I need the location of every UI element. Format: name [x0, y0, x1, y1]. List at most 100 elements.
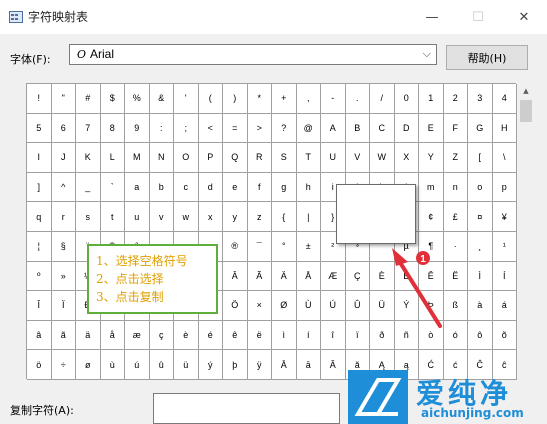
char-cell[interactable]: Ã: [247, 261, 272, 292]
char-cell[interactable]: I: [27, 143, 52, 173]
char-cell[interactable]: E: [419, 113, 444, 144]
char-cell[interactable]: f: [247, 172, 272, 203]
char-cell[interactable]: L: [100, 143, 125, 173]
char-cell[interactable]: <: [198, 113, 223, 144]
char-cell[interactable]: þ: [223, 350, 248, 380]
char-cell[interactable]: h: [296, 172, 321, 203]
char-cell[interactable]: ¤: [468, 202, 493, 232]
char-cell[interactable]: ¯: [247, 232, 272, 262]
char-cell[interactable]: G: [468, 113, 493, 144]
char-cell[interactable]: Q: [223, 143, 248, 173]
char-cell[interactable]: ): [223, 84, 248, 114]
char-cell[interactable]: Z: [443, 143, 468, 173]
char-cell[interactable]: î: [321, 320, 346, 351]
char-cell[interactable]: Ê: [419, 261, 444, 292]
char-cell[interactable]: _: [76, 172, 101, 203]
char-cell[interactable]: *: [247, 84, 272, 114]
char-cell[interactable]: [: [468, 143, 493, 173]
char-cell[interactable]: Ö: [223, 291, 248, 321]
scroll-thumb[interactable]: [520, 100, 532, 122]
char-cell[interactable]: s: [76, 202, 101, 232]
char-cell[interactable]: Í: [492, 261, 517, 292]
char-cell[interactable]: ö: [27, 350, 52, 380]
char-cell[interactable]: 1: [419, 84, 444, 114]
char-cell[interactable]: 3: [468, 84, 493, 114]
char-cell[interactable]: A: [321, 113, 346, 144]
char-cell[interactable]: Ø: [272, 291, 297, 321]
char-cell[interactable]: |: [296, 202, 321, 232]
char-cell[interactable]: í: [296, 320, 321, 351]
char-cell[interactable]: Ú: [321, 291, 346, 321]
char-cell[interactable]: c: [174, 172, 199, 203]
char-cell[interactable]: ï: [345, 320, 370, 351]
char-cell[interactable]: N: [149, 143, 174, 173]
char-cell[interactable]: o: [468, 172, 493, 203]
char-cell[interactable]: @: [296, 113, 321, 144]
char-cell[interactable]: /: [370, 84, 395, 114]
char-cell[interactable]: q: [27, 202, 52, 232]
char-cell[interactable]: à: [468, 291, 493, 321]
char-cell[interactable]: Ü: [370, 291, 395, 321]
char-cell[interactable]: a: [125, 172, 150, 203]
char-cell[interactable]: È: [370, 261, 395, 292]
char-cell[interactable]: Ï: [51, 291, 76, 321]
char-cell[interactable]: Î: [27, 291, 52, 321]
char-cell[interactable]: !: [27, 84, 52, 114]
char-cell[interactable]: n: [443, 172, 468, 203]
char-cell[interactable]: õ: [492, 320, 517, 351]
char-cell[interactable]: ¦: [27, 232, 52, 262]
char-cell[interactable]: x: [198, 202, 223, 232]
char-cell[interactable]: ü: [174, 350, 199, 380]
char-cell[interactable]: +: [272, 84, 297, 114]
copy-characters-input[interactable]: [153, 393, 340, 424]
char-cell[interactable]: :: [149, 113, 174, 144]
char-cell[interactable]: &: [149, 84, 174, 114]
char-cell[interactable]: H: [492, 113, 517, 144]
char-cell[interactable]: æ: [125, 320, 150, 351]
char-cell[interactable]: U: [321, 143, 346, 173]
char-cell[interactable]: Ā: [272, 350, 297, 380]
char-cell[interactable]: ë: [247, 320, 272, 351]
font-dropdown[interactable]: O Arial ⌵: [69, 44, 437, 65]
char-cell[interactable]: d: [198, 172, 223, 203]
char-cell[interactable]: Ä: [272, 261, 297, 292]
char-cell[interactable]: ý: [198, 350, 223, 380]
char-cell[interactable]: £: [443, 202, 468, 232]
char-cell[interactable]: è: [174, 320, 199, 351]
char-cell[interactable]: ;: [174, 113, 199, 144]
char-cell[interactable]: »: [51, 261, 76, 292]
char-cell[interactable]: ÿ: [247, 350, 272, 380]
char-cell[interactable]: {: [272, 202, 297, 232]
char-cell[interactable]: ā: [296, 350, 321, 380]
char-cell[interactable]: Æ: [321, 261, 346, 292]
char-cell[interactable]: ¸: [468, 232, 493, 262]
char-cell[interactable]: ñ: [394, 320, 419, 351]
char-cell[interactable]: ø: [76, 350, 101, 380]
char-cell[interactable]: J: [51, 143, 76, 173]
char-cell[interactable]: %: [125, 84, 150, 114]
char-cell[interactable]: m: [419, 172, 444, 203]
char-cell[interactable]: F: [443, 113, 468, 144]
char-cell[interactable]: 4: [492, 84, 517, 114]
char-cell[interactable]: t: [100, 202, 125, 232]
char-cell[interactable]: ð: [370, 320, 395, 351]
char-cell[interactable]: ®: [223, 232, 248, 262]
char-cell[interactable]: Â: [223, 261, 248, 292]
char-cell[interactable]: 0: [394, 84, 419, 114]
char-cell[interactable]: É: [394, 261, 419, 292]
char-cell[interactable]: V: [345, 143, 370, 173]
char-cell[interactable]: ]: [27, 172, 52, 203]
char-cell[interactable]: Ç: [345, 261, 370, 292]
char-cell[interactable]: ô: [468, 320, 493, 351]
char-cell[interactable]: ê: [223, 320, 248, 351]
char-cell[interactable]: 7: [76, 113, 101, 144]
char-cell[interactable]: ú: [125, 350, 150, 380]
char-cell[interactable]: 2: [443, 84, 468, 114]
char-cell[interactable]: w: [174, 202, 199, 232]
char-cell[interactable]: á: [492, 291, 517, 321]
char-cell[interactable]: S: [272, 143, 297, 173]
char-cell[interactable]: 8: [100, 113, 125, 144]
char-cell[interactable]: Ë: [443, 261, 468, 292]
char-cell[interactable]: ": [51, 84, 76, 114]
char-cell[interactable]: $: [100, 84, 125, 114]
